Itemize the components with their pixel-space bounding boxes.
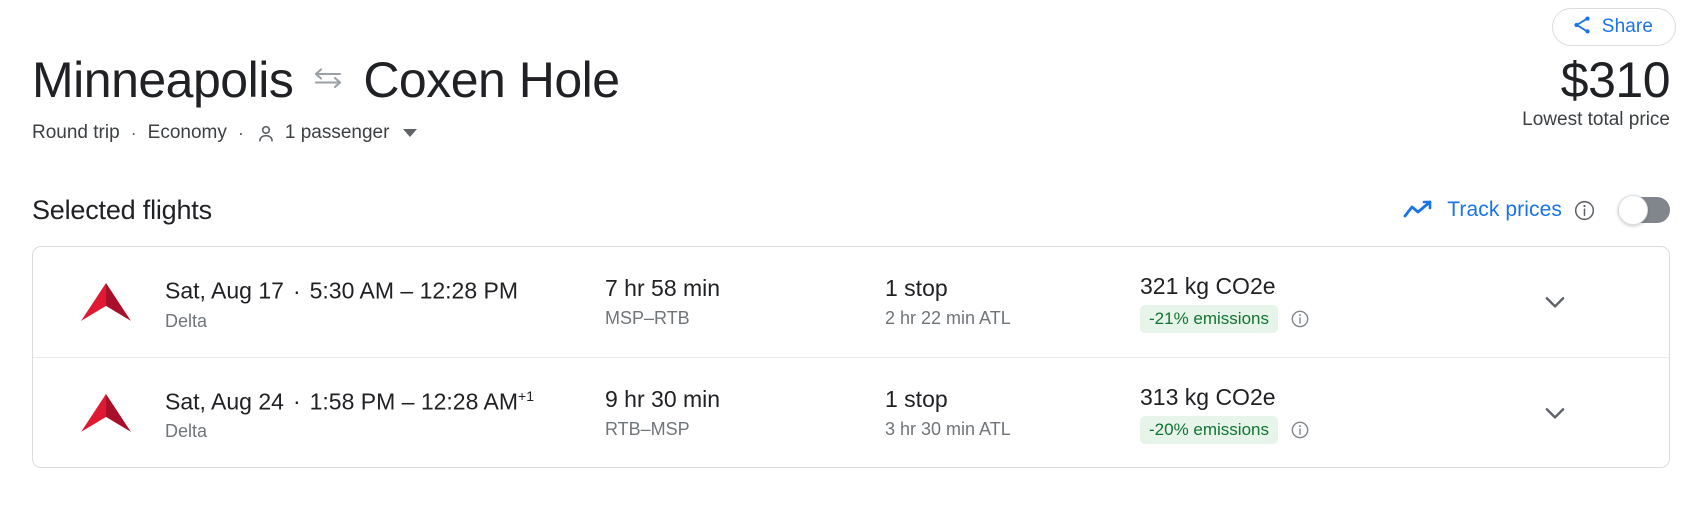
flight-datetime: Sat, Aug 17 · 5:30 AM – 12:28 PM [165, 270, 605, 306]
share-button-label: Share [1601, 16, 1653, 37]
origin-city: Minneapolis [32, 52, 294, 108]
separator-dot: · [292, 388, 301, 415]
airline-name: Delta [165, 310, 208, 331]
passenger-count: 1 passenger [284, 122, 390, 143]
person-icon [255, 123, 277, 145]
flight-times-superscript: +1 [518, 387, 534, 404]
flight-duration-column: 9 hr 30 min RTB–MSP [605, 384, 885, 442]
destination-city: Coxen Hole [363, 52, 620, 108]
flight-stops-column: 1 stop 3 hr 30 min ATL [885, 384, 1140, 442]
flight-expand-cell[interactable] [1440, 287, 1669, 317]
route-line: Minneapolis Coxen Hole $310 [32, 50, 1671, 110]
chevron-down-icon[interactable] [1540, 287, 1570, 317]
price-caption: Lowest total price [1522, 109, 1670, 130]
flight-datetime: Sat, Aug 24 · 1:58 PM – 12:28 AM+1 [165, 381, 605, 417]
flight-layover: 3 hr 30 min ATL [885, 418, 1011, 439]
airline-name: Delta [165, 421, 208, 442]
selected-flights-bar: Selected flights Track prices [32, 188, 1670, 232]
flight-emissions: 313 kg CO2e [1140, 383, 1276, 410]
flight-row[interactable]: Sat, Aug 17 · 5:30 AM – 12:28 PM Delta 7 h… [33, 247, 1669, 357]
trip-options-line: Round trip · Economy · 1 passenger [32, 121, 1670, 145]
flight-route: RTB–MSP [605, 418, 690, 439]
info-icon[interactable] [1573, 199, 1596, 222]
trending-up-icon [1403, 198, 1433, 222]
track-prices-control: Track prices [1403, 195, 1670, 225]
trip-header: Minneapolis Coxen Hole $310 Round trip ·… [32, 50, 1671, 145]
emissions-badge: -21% emissions [1140, 305, 1278, 333]
info-icon[interactable] [1290, 309, 1310, 329]
flight-duration-column: 7 hr 58 min MSP–RTB [605, 273, 885, 331]
flight-emissions-column: 321 kg CO2e -21% emissions [1140, 271, 1440, 333]
emissions-badge-line: -21% emissions [1140, 305, 1440, 333]
swap-horizontal-icon [310, 65, 346, 96]
flight-booking-summary-page: Share Minneapolis Coxen Hole $310 Round … [0, 0, 1694, 528]
flight-expand-cell[interactable] [1440, 398, 1669, 428]
total-price: $310 [1560, 52, 1671, 108]
flight-duration: 7 hr 58 min [605, 275, 721, 301]
flight-times: 1:58 PM – 12:28 AM [309, 388, 519, 415]
flight-row[interactable]: Sat, Aug 24 · 1:58 PM – 12:28 AM+1 Delta 9… [33, 357, 1669, 467]
track-prices-toggle[interactable] [1618, 195, 1670, 225]
emissions-badge-line: -20% emissions [1140, 415, 1440, 444]
flight-when-column: Sat, Aug 17 · 5:30 AM – 12:28 PM Delta [165, 270, 605, 334]
flight-stops: 1 stop [885, 385, 948, 412]
flight-layover: 2 hr 22 min ATL [885, 308, 1011, 328]
flight-emissions-column: 313 kg CO2e -20% emissions [1140, 382, 1440, 444]
separator-dot: · [237, 123, 244, 143]
selected-flights-card: Sat, Aug 17 · 5:30 AM – 12:28 PM Delta 7 h… [32, 246, 1670, 468]
flight-stops: 1 stop [885, 275, 948, 301]
toggle-knob [1618, 195, 1648, 225]
trip-type: Round trip [32, 122, 120, 143]
flight-times: 5:30 AM – 12:28 PM [309, 277, 519, 304]
flight-when-column: Sat, Aug 24 · 1:58 PM – 12:28 AM+1 Delta [165, 381, 605, 445]
flight-emissions: 321 kg CO2e [1140, 273, 1276, 299]
flight-stops-column: 1 stop 2 hr 22 min ATL [885, 273, 1140, 331]
chevron-down-icon[interactable] [403, 129, 418, 137]
flight-date: Sat, Aug 24 [165, 388, 284, 415]
chevron-down-icon[interactable] [1540, 398, 1570, 428]
flight-route: MSP–RTB [605, 308, 690, 328]
info-icon[interactable] [1290, 420, 1310, 440]
separator-dot: · [292, 277, 301, 304]
flight-date: Sat, Aug 17 [165, 277, 284, 304]
share-button[interactable]: Share [1551, 8, 1676, 46]
track-prices-label[interactable]: Track prices [1447, 198, 1562, 222]
section-title: Selected flights [32, 194, 212, 225]
separator-dot: · [130, 123, 137, 143]
flight-duration: 9 hr 30 min [605, 385, 721, 412]
delta-logo [47, 390, 165, 436]
share-icon [1571, 14, 1593, 41]
emissions-badge: -20% emissions [1140, 415, 1278, 444]
cabin-class: Economy [147, 122, 227, 143]
delta-logo [47, 279, 165, 325]
